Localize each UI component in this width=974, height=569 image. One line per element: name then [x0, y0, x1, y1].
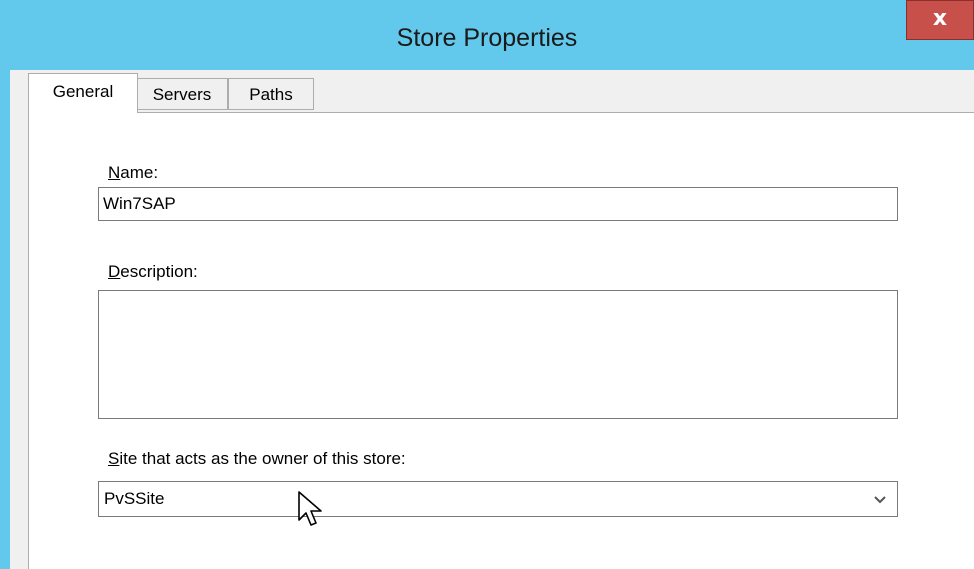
- site-owner-label-mnemonic: S: [108, 449, 120, 468]
- mouse-pointer-icon: [297, 490, 327, 530]
- general-tab-panel: Name: Description: Site that acts as the…: [28, 112, 974, 569]
- name-label-mnemonic: N: [108, 163, 121, 182]
- description-field[interactable]: [98, 290, 898, 419]
- name-field[interactable]: [98, 187, 898, 221]
- site-owner-dropdown[interactable]: PvSSite: [98, 481, 898, 517]
- site-owner-label-text: ite that acts as the owner of this store…: [119, 449, 406, 468]
- tab-strip: General Servers Paths: [10, 70, 974, 113]
- dialog-client-area: General Servers Paths Name: Description:…: [10, 70, 974, 569]
- tab-servers[interactable]: Servers: [136, 78, 228, 110]
- title-bar[interactable]: Store Properties x: [0, 0, 974, 70]
- close-button[interactable]: x: [906, 0, 974, 40]
- store-properties-window: Store Properties x General Servers Paths…: [0, 0, 974, 569]
- chevron-down-icon[interactable]: [873, 482, 887, 516]
- name-label: Name:: [108, 163, 158, 183]
- tab-general[interactable]: General: [28, 73, 138, 113]
- description-label-mnemonic: D: [108, 262, 121, 281]
- description-label-text: escription:: [120, 262, 198, 281]
- window-title: Store Properties: [396, 24, 578, 52]
- site-owner-selected-value: PvSSite: [104, 489, 165, 508]
- description-label: Description:: [108, 262, 198, 282]
- name-label-text: ame:: [120, 163, 159, 182]
- close-icon: x: [932, 6, 948, 31]
- site-owner-label: Site that acts as the owner of this stor…: [108, 449, 406, 469]
- tab-paths[interactable]: Paths: [228, 78, 314, 110]
